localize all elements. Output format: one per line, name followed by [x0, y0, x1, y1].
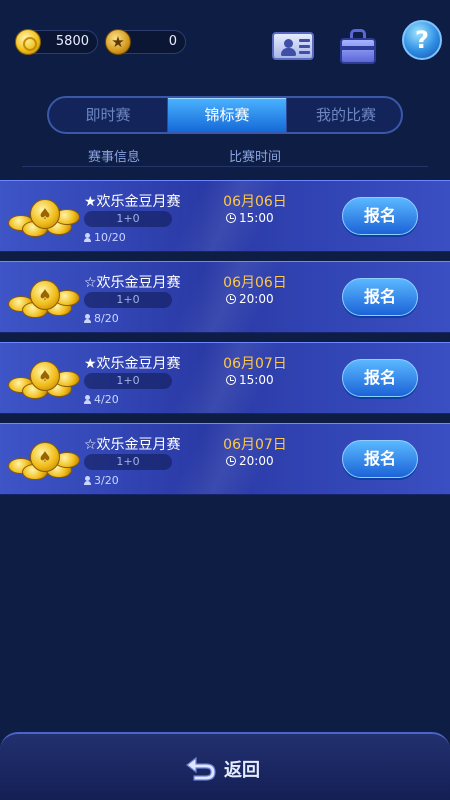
match-row: ♠ ☆欢乐金豆月赛 1+0 3/20 06月07日 20:00 报名 [0, 423, 450, 495]
tab-tournament[interactable]: 锦标赛 [168, 98, 286, 132]
match-row: ♠ ★欢乐金豆月赛 1+0 10/20 06月06日 15:00 报名 [0, 180, 450, 252]
match-date: 06月07日 [223, 437, 287, 453]
match-time: 20:00 [226, 454, 274, 468]
header-divider [22, 166, 428, 167]
player-count: 10/20 [84, 231, 126, 244]
gold-coins-icon: ♠ [8, 193, 80, 241]
back-label: 返回 [224, 760, 260, 781]
match-time: 15:00 [226, 211, 274, 225]
match-time: 15:00 [226, 373, 274, 387]
user-icon [84, 476, 91, 485]
tab-instant[interactable]: 即时赛 [49, 98, 167, 132]
tab-my-matches[interactable]: 我的比赛 [287, 98, 401, 132]
coin-balance: 5800 [15, 29, 98, 55]
column-header-time: 比赛时间 [229, 150, 282, 165]
help-icon: ? [415, 26, 429, 54]
bottom-bar: 返回 [0, 732, 450, 800]
signup-button[interactable]: 报名 [342, 197, 418, 235]
star-coin-icon: ★ [105, 29, 131, 55]
clock-icon [226, 213, 236, 223]
coin-balance-value: 5800 [55, 34, 89, 49]
match-rule: 1+0 [84, 373, 172, 389]
star-balance-value: 0 [168, 34, 177, 49]
clock-icon [226, 456, 236, 466]
match-date: 06月07日 [223, 356, 287, 372]
id-card-icon [272, 32, 314, 60]
match-row: ♠ ☆欢乐金豆月赛 1+0 8/20 06月06日 20:00 报名 [0, 261, 450, 333]
user-icon [84, 314, 91, 323]
match-name: ★欢乐金豆月赛 [84, 356, 181, 372]
help-button[interactable]: ? [402, 20, 442, 60]
back-arrow-icon [186, 756, 216, 781]
top-bar: 5800 ★ 0 ? [0, 0, 450, 90]
gold-coins-icon: ♠ [8, 355, 80, 403]
player-count: 4/20 [84, 393, 119, 406]
user-icon [84, 395, 91, 404]
match-rule: 1+0 [84, 211, 172, 227]
back-button[interactable]: 返回 [180, 752, 280, 786]
match-row: ♠ ★欢乐金豆月赛 1+0 4/20 06月07日 15:00 报名 [0, 342, 450, 414]
bag-button[interactable] [334, 22, 382, 66]
user-icon [84, 233, 91, 242]
match-date: 06月06日 [223, 194, 287, 210]
signup-button[interactable]: 报名 [342, 278, 418, 316]
match-rule: 1+0 [84, 292, 172, 308]
match-type-tabs: 即时赛 锦标赛 我的比赛 [47, 96, 403, 134]
player-count: 8/20 [84, 312, 119, 325]
signup-button[interactable]: 报名 [342, 440, 418, 478]
gold-coins-icon: ♠ [8, 436, 80, 484]
clock-icon [226, 375, 236, 385]
column-header-info: 赛事信息 [88, 150, 141, 165]
match-date: 06月06日 [223, 275, 287, 291]
star-balance: ★ 0 [105, 29, 186, 55]
gold-coins-icon: ♠ [8, 274, 80, 322]
signup-button[interactable]: 报名 [342, 359, 418, 397]
match-name: ☆欢乐金豆月赛 [84, 437, 181, 453]
match-time: 20:00 [226, 292, 274, 306]
match-rule: 1+0 [84, 454, 172, 470]
clock-icon [226, 294, 236, 304]
coin-icon [15, 29, 41, 55]
match-name: ★欢乐金豆月赛 [84, 194, 181, 210]
player-count: 3/20 [84, 474, 119, 487]
profile-card-button[interactable] [268, 22, 316, 66]
match-name: ☆欢乐金豆月赛 [84, 275, 181, 291]
